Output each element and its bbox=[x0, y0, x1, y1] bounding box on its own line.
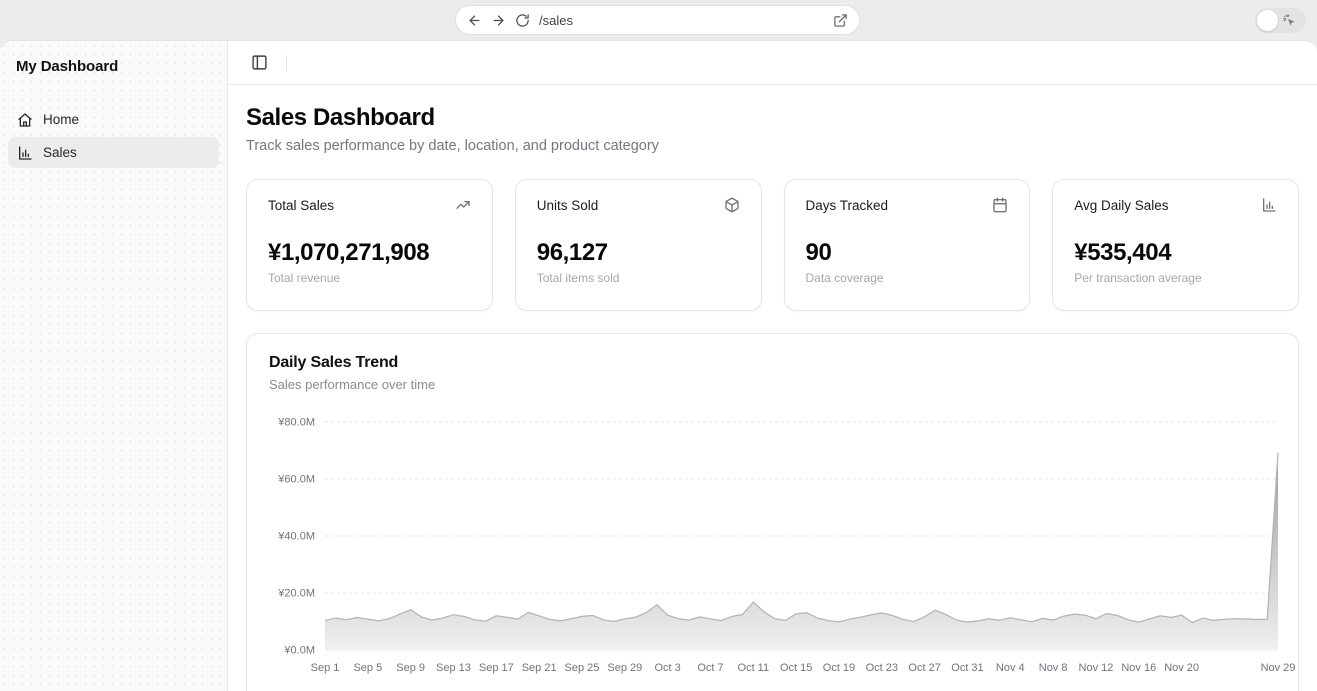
main-header bbox=[228, 41, 1317, 85]
stat-description: Total items sold bbox=[537, 271, 740, 285]
svg-text:¥60.0M: ¥60.0M bbox=[277, 474, 315, 486]
stat-description: Total revenue bbox=[268, 271, 471, 285]
svg-text:Sep 21: Sep 21 bbox=[522, 662, 557, 674]
panel-left-icon bbox=[251, 54, 268, 71]
back-icon[interactable] bbox=[467, 13, 482, 28]
stat-value: 90 bbox=[806, 239, 1009, 267]
stat-label: Avg Daily Sales bbox=[1074, 198, 1168, 213]
chart-column-icon bbox=[1261, 197, 1277, 213]
chart-title: Daily Sales Trend bbox=[269, 354, 1276, 372]
main-area: Sales Dashboard Track sales performance … bbox=[228, 41, 1317, 691]
svg-text:Nov 16: Nov 16 bbox=[1121, 662, 1156, 674]
svg-text:¥80.0M: ¥80.0M bbox=[277, 417, 315, 429]
svg-text:Oct 31: Oct 31 bbox=[951, 662, 983, 674]
stat-card-total-sales: Total Sales ¥1,070,271,908 Total revenue bbox=[246, 179, 493, 311]
toggle-knob bbox=[1257, 10, 1278, 31]
daily-sales-trend-card: Daily Sales Trend Sales performance over… bbox=[246, 333, 1299, 691]
trending-up-icon bbox=[455, 197, 471, 213]
svg-text:Sep 17: Sep 17 bbox=[479, 662, 514, 674]
daily-sales-chart: ¥0.0M ¥20.0M ¥40.0M ¥60.0M ¥80.0M Sep 1 Sep 5 S… bbox=[269, 410, 1282, 676]
package-icon bbox=[724, 197, 740, 213]
stat-value: 96,127 bbox=[537, 239, 740, 267]
svg-text:Nov 4: Nov 4 bbox=[996, 662, 1025, 674]
page-content: Sales Dashboard Track sales performance … bbox=[228, 85, 1317, 691]
svg-text:Nov 20: Nov 20 bbox=[1164, 662, 1199, 674]
sidebar: My Dashboard Home Sales bbox=[0, 41, 228, 691]
chart-subtitle: Sales performance over time bbox=[269, 377, 1276, 392]
svg-text:¥0.0M: ¥0.0M bbox=[283, 645, 315, 657]
svg-text:Sep 5: Sep 5 bbox=[353, 662, 382, 674]
svg-text:Sep 1: Sep 1 bbox=[311, 662, 340, 674]
reload-icon[interactable] bbox=[515, 13, 530, 28]
page-subtitle: Track sales performance by date, locatio… bbox=[246, 138, 1299, 154]
stat-description: Per transaction average bbox=[1074, 271, 1277, 285]
stat-label: Days Tracked bbox=[806, 198, 889, 213]
svg-text:Oct 19: Oct 19 bbox=[823, 662, 855, 674]
svg-text:Oct 3: Oct 3 bbox=[655, 662, 681, 674]
stat-card-units-sold: Units Sold 96,127 Total items sold bbox=[515, 179, 762, 311]
svg-text:Sep 29: Sep 29 bbox=[607, 662, 642, 674]
header-divider bbox=[286, 55, 287, 71]
sidebar-item-home[interactable]: Home bbox=[8, 104, 219, 135]
sidebar-title: My Dashboard bbox=[8, 58, 219, 75]
sidebar-toggle-button[interactable] bbox=[245, 49, 273, 77]
stats-row: Total Sales ¥1,070,271,908 Total revenue… bbox=[246, 179, 1299, 311]
agent-mode-toggle[interactable] bbox=[1255, 8, 1306, 33]
sidebar-item-label: Home bbox=[43, 112, 79, 127]
app-window: My Dashboard Home Sales Sales Dashboard bbox=[0, 40, 1317, 691]
stat-label: Units Sold bbox=[537, 198, 599, 213]
agent-cursor-icon bbox=[1282, 13, 1298, 29]
svg-text:Sep 13: Sep 13 bbox=[436, 662, 471, 674]
chart-area[interactable]: ¥0.0M ¥20.0M ¥40.0M ¥60.0M ¥80.0M Sep 1 Sep 5 S… bbox=[269, 410, 1276, 676]
forward-icon[interactable] bbox=[491, 13, 506, 28]
browser-topbar: /sales bbox=[0, 0, 1317, 40]
stat-card-days-tracked: Days Tracked 90 Data coverage bbox=[784, 179, 1031, 311]
svg-text:Nov 8: Nov 8 bbox=[1039, 662, 1068, 674]
stat-description: Data coverage bbox=[806, 271, 1009, 285]
svg-text:Oct 27: Oct 27 bbox=[908, 662, 940, 674]
bar-chart-icon bbox=[17, 145, 33, 161]
svg-text:Oct 15: Oct 15 bbox=[780, 662, 812, 674]
svg-text:Nov 12: Nov 12 bbox=[1079, 662, 1114, 674]
svg-text:Oct 7: Oct 7 bbox=[697, 662, 723, 674]
stat-value: ¥535,404 bbox=[1074, 239, 1277, 267]
stat-label: Total Sales bbox=[268, 198, 334, 213]
home-icon bbox=[17, 112, 33, 128]
sidebar-item-sales[interactable]: Sales bbox=[8, 137, 219, 168]
svg-text:¥40.0M: ¥40.0M bbox=[277, 531, 315, 543]
svg-text:Sep 9: Sep 9 bbox=[396, 662, 425, 674]
sidebar-item-label: Sales bbox=[43, 145, 77, 160]
stat-value: ¥1,070,271,908 bbox=[268, 239, 471, 267]
page-title: Sales Dashboard bbox=[246, 104, 1299, 132]
svg-text:Oct 23: Oct 23 bbox=[866, 662, 898, 674]
svg-text:Oct 11: Oct 11 bbox=[738, 662, 770, 674]
svg-text:Sep 25: Sep 25 bbox=[565, 662, 600, 674]
svg-text:¥20.0M: ¥20.0M bbox=[277, 588, 315, 600]
stat-card-avg-daily-sales: Avg Daily Sales ¥535,404 Per transaction… bbox=[1052, 179, 1299, 311]
url-bar[interactable]: /sales bbox=[455, 5, 860, 35]
external-link-icon[interactable] bbox=[833, 13, 848, 28]
calendar-icon bbox=[992, 197, 1008, 213]
svg-text:Nov 29: Nov 29 bbox=[1261, 662, 1296, 674]
url-text[interactable]: /sales bbox=[539, 13, 824, 28]
